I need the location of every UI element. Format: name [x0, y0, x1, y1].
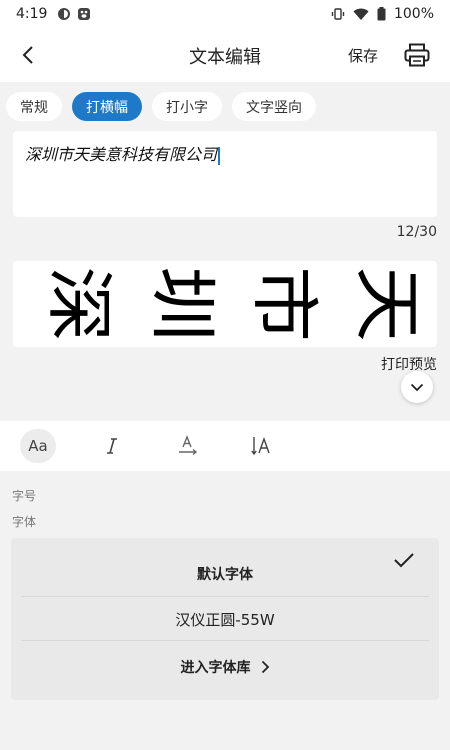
- font-list-panel: 默认字体 汉仪正圆-55W 进入字体库: [11, 538, 439, 700]
- font-size-label: 字号: [12, 489, 37, 503]
- paw-notification-icon: [78, 8, 91, 20]
- tab-vertical-text[interactable]: 文字竖向: [232, 92, 316, 121]
- font-library-label: 进入字体库: [180, 660, 251, 676]
- page-title: 文本编辑: [189, 47, 261, 68]
- text-input-field[interactable]: 深圳市天美意科技有限公司: [13, 131, 437, 217]
- tab-banner[interactable]: 打横幅: [72, 92, 142, 121]
- font-option-label: 汉仪正圆-55W: [175, 610, 275, 629]
- battery-percent: 100%: [393, 6, 434, 22]
- char-counter: 12/30: [396, 224, 437, 240]
- format-toolbar: Aa: [0, 421, 450, 471]
- font-tool-button[interactable]: Aa: [20, 429, 56, 463]
- font-tool-label: Aa: [28, 437, 48, 455]
- text-direction-button[interactable]: [170, 429, 206, 463]
- wifi-icon: [353, 8, 369, 20]
- font-option-default[interactable]: 默认字体: [21, 552, 429, 596]
- font-family-label: 字体: [12, 515, 37, 529]
- status-time: 4:19: [16, 6, 48, 22]
- chevron-right-icon: [261, 660, 270, 674]
- save-button[interactable]: 保存: [348, 45, 378, 66]
- font-library-link[interactable]: 进入字体库: [21, 645, 429, 689]
- chevron-down-icon: [410, 383, 424, 391]
- top-bar: 文本编辑 保存: [0, 28, 450, 82]
- print-preview-canvas: 深 圳 市 天: [13, 261, 437, 347]
- printer-icon: [404, 43, 430, 67]
- italic-button[interactable]: [94, 429, 130, 463]
- print-preview-label: 打印预览: [381, 357, 437, 373]
- divider: [21, 640, 429, 641]
- mode-tabs: 常规 打横幅 打小字 文字竖向: [6, 92, 316, 121]
- collapse-preview-button[interactable]: [401, 371, 433, 403]
- vertical-text-button[interactable]: [244, 429, 280, 463]
- preview-char: 圳: [141, 266, 222, 342]
- battery-icon: [377, 7, 386, 21]
- check-icon: [394, 553, 414, 568]
- preview-char: 深: [39, 266, 119, 342]
- text-input-value: 深圳市天美意科技有限公司: [25, 145, 218, 164]
- tab-normal[interactable]: 常规: [6, 92, 62, 121]
- status-bar: 4:19 100%: [0, 0, 450, 28]
- font-option-label: 默认字体: [197, 567, 253, 583]
- preview-char: 天: [347, 266, 427, 342]
- text-direction-icon: [179, 435, 198, 456]
- tab-small-text[interactable]: 打小字: [152, 92, 222, 121]
- italic-icon: [107, 438, 117, 454]
- status-notification-icons: [57, 7, 91, 21]
- preview-char: 市: [244, 266, 325, 342]
- print-button[interactable]: [402, 40, 432, 70]
- font-option-hanyi[interactable]: 汉仪正圆-55W: [21, 597, 429, 641]
- vertical-text-icon: [251, 436, 270, 456]
- preview-characters: 深 圳 市 天: [39, 263, 427, 345]
- vibrate-icon: [331, 8, 345, 20]
- status-system-icons: 100%: [331, 6, 434, 22]
- app-notification-icon: [58, 8, 71, 20]
- text-caret: [218, 146, 221, 165]
